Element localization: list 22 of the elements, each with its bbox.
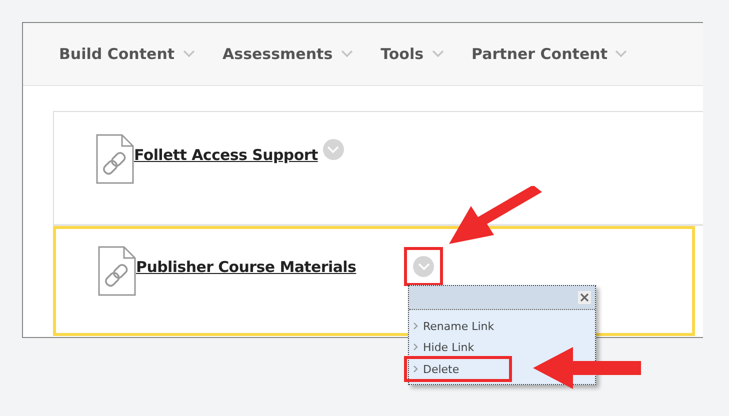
link-document-icon (96, 134, 134, 184)
toolbar-menu-button[interactable]: Build Content (59, 45, 195, 63)
link-document-icon (98, 246, 136, 296)
chevron-icon (182, 50, 195, 58)
chevron-icon (327, 146, 340, 154)
chevron-icon (413, 365, 418, 373)
chevron-icon (432, 50, 444, 58)
chevron-icon (418, 262, 430, 270)
menu-item[interactable]: Delete (404, 356, 512, 382)
chevron-icon (615, 50, 628, 58)
menu-item[interactable]: Hide Link (409, 337, 595, 357)
arrow-icon (533, 345, 641, 391)
chevron-icon (340, 50, 353, 58)
toolbar-menu-button[interactable]: Assessments (222, 45, 353, 63)
menu-item[interactable]: Rename Link (409, 316, 595, 336)
close-icon[interactable] (578, 291, 591, 304)
item-link[interactable]: Publisher Course Materials (136, 258, 356, 276)
chevron-icon (413, 343, 418, 351)
item-link[interactable]: Follett Access Support (134, 146, 318, 164)
toolbar-menu-button[interactable]: Partner Content (472, 45, 628, 63)
toolbar-menu-button[interactable]: Tools (380, 45, 444, 63)
chevron-icon (413, 322, 418, 330)
